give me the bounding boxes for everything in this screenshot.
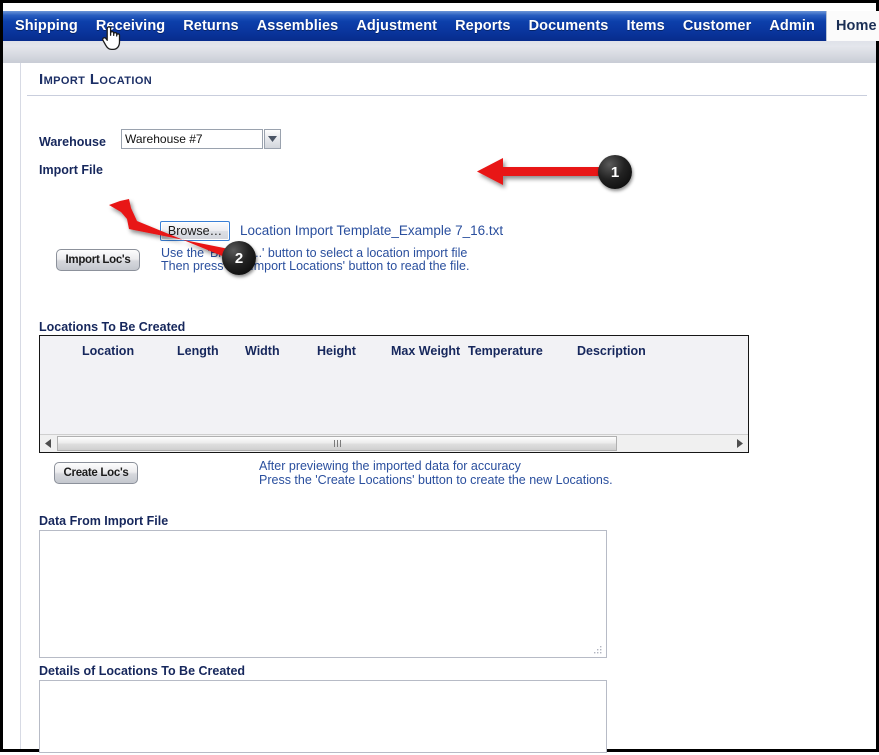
nav-item-customer[interactable]: Customer	[674, 11, 760, 41]
nav-underbar	[3, 41, 876, 63]
grid-column-max-weight: Max Weight	[391, 344, 461, 358]
scrollbar-track[interactable]	[57, 435, 731, 452]
import-hint-line-1: Use the 'Browse...' button to select a l…	[161, 246, 468, 260]
grid-column-location: Location	[82, 344, 135, 358]
nav-item-assemblies[interactable]: Assemblies	[248, 11, 348, 41]
import-file-label: Import File	[39, 163, 103, 177]
title-divider	[27, 95, 867, 96]
locations-grid-heading: Locations To Be Created	[39, 320, 186, 334]
details-of-locations-heading: Details of Locations To Be Created	[39, 664, 246, 678]
details-of-locations-textarea[interactable]	[39, 680, 607, 753]
create-locations-button[interactable]: Create Loc's	[54, 462, 138, 484]
nav-item-reports[interactable]: Reports	[446, 11, 520, 41]
nav-item-returns[interactable]: Returns	[174, 11, 248, 41]
locations-grid: Location Length Width Height Max Weight …	[39, 335, 749, 453]
textarea-resize-grip-icon[interactable]	[592, 644, 604, 656]
data-from-import-file-heading: Data From Import File	[39, 514, 169, 528]
chevron-down-icon[interactable]	[264, 129, 281, 149]
scroll-right-arrow-icon[interactable]	[732, 435, 748, 452]
warehouse-select[interactable]: Warehouse #7	[121, 129, 263, 149]
nav-item-receiving[interactable]: Receiving	[87, 11, 174, 41]
browse-button[interactable]: Browse…	[160, 221, 230, 241]
page-content: Import Location Warehouse Warehouse #7 I…	[20, 63, 876, 753]
nav-item-home[interactable]: Home	[825, 11, 879, 41]
import-locations-button[interactable]: Import Loc's	[56, 249, 140, 271]
nav-item-items[interactable]: Items	[617, 11, 673, 41]
grid-horizontal-scrollbar[interactable]	[40, 434, 748, 452]
scroll-left-arrow-icon[interactable]	[40, 435, 56, 452]
nav-item-admin[interactable]: Admin	[760, 11, 824, 41]
page-title: Import Location	[39, 71, 153, 88]
resize-grip-icon	[333, 440, 341, 447]
grid-header-row: Location Length Width Height Max Weight …	[40, 336, 748, 366]
nav-item-documents[interactable]: Documents	[520, 11, 618, 41]
grid-body	[40, 366, 748, 434]
grid-column-height: Height	[317, 344, 356, 358]
data-from-import-file-textarea[interactable]	[39, 530, 607, 658]
nav-item-adjustment[interactable]: Adjustment	[347, 11, 446, 41]
grid-column-width: Width	[245, 344, 280, 358]
import-hint-line-2: Then press the 'Import Locations' button…	[161, 259, 470, 273]
main-navigation: Shipping Receiving Returns Assemblies Ad…	[3, 11, 879, 41]
grid-column-description: Description	[577, 344, 646, 358]
nav-item-shipping[interactable]: Shipping	[3, 11, 87, 41]
grid-column-length: Length	[177, 344, 219, 358]
grid-column-temperature: Temperature	[468, 344, 543, 358]
create-hint-line-1: After previewing the imported data for a…	[259, 459, 521, 473]
selected-file-name: Location Import Template_Example 7_16.tx…	[240, 223, 504, 238]
application-window: Shipping Receiving Returns Assemblies Ad…	[0, 0, 879, 753]
warehouse-label: Warehouse	[39, 135, 106, 149]
scrollbar-thumb[interactable]	[57, 436, 617, 451]
create-hint-line-2: Press the 'Create Locations' button to c…	[259, 473, 613, 487]
navigation-bar: Shipping Receiving Returns Assemblies Ad…	[3, 11, 879, 41]
